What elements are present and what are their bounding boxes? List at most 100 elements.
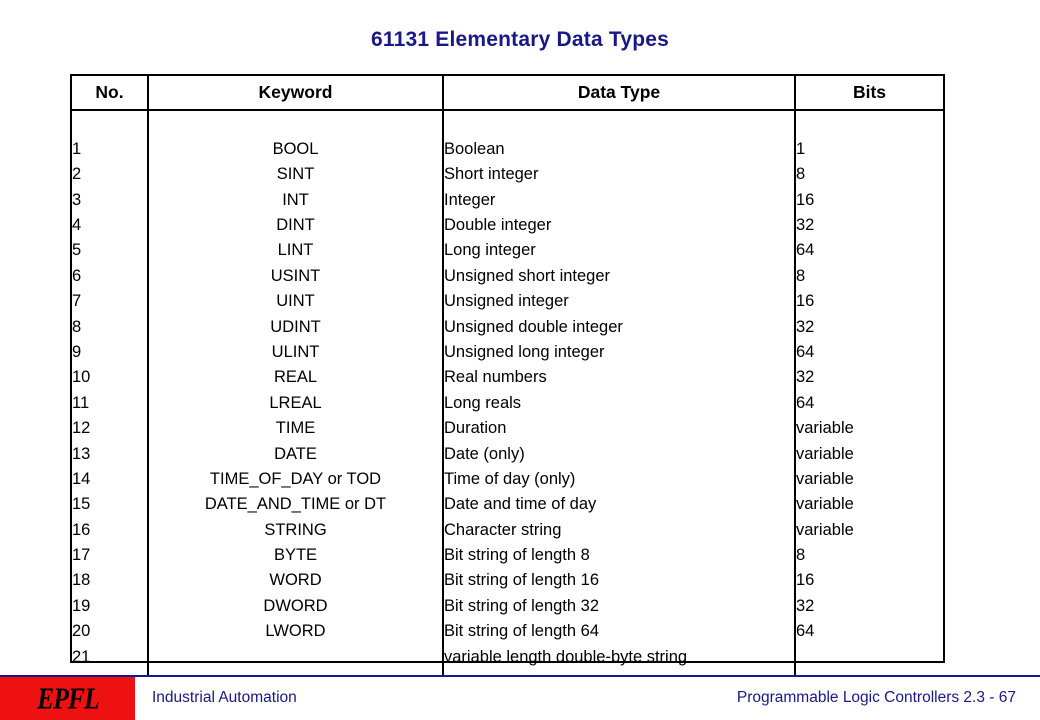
column-header-bits: Bits	[795, 76, 943, 111]
cell-no: 2	[72, 161, 149, 188]
cell-type: Unsigned double integer	[443, 314, 796, 340]
table-row: 6 USINT Unsigned short integer 8	[72, 263, 943, 289]
table-header: No. Keyword Data Type Bits	[72, 76, 943, 111]
cell-kw	[148, 644, 444, 670]
cell-type: Bit string of length 16	[443, 568, 796, 594]
table-header-row: No. Keyword Data Type Bits	[72, 76, 943, 111]
cell-type: Date (only)	[443, 441, 796, 467]
cell-kw: DATE_AND_TIME or DT	[148, 491, 444, 518]
cell-kw: UINT	[148, 288, 444, 315]
cell-type: Bit string of length 64	[443, 618, 796, 645]
cell-bits: 64	[796, 342, 815, 361]
cell-no: 20	[72, 618, 149, 645]
cell-kw: USINT	[148, 263, 444, 289]
cell-type: Integer	[443, 187, 796, 213]
column-header-data-type: Data Type	[443, 76, 796, 111]
table-row: 14 TIME_OF_DAY or TOD Time of day (only) va…	[72, 466, 943, 492]
cell-kw: ULINT	[148, 339, 444, 365]
cell-type: Character string	[443, 517, 796, 543]
spacer-cell	[443, 110, 796, 137]
cell-bits: variable	[796, 520, 854, 539]
cell-bits: variable	[796, 444, 854, 463]
epfl-logo-text: EPFL	[36, 679, 100, 715]
table-body: 1 BOOL Boolean 1 2 SINT Short integer 8 3 INT Inte…	[72, 110, 943, 695]
cell-type: Bit string of length 8	[443, 542, 796, 569]
footer-course-label: Industrial Automation	[152, 689, 297, 706]
cell-type: Double integer	[443, 212, 796, 238]
cell-bits: 64	[796, 622, 815, 641]
cell-kw: LINT	[148, 237, 444, 264]
cell-kw: UDINT	[148, 314, 444, 340]
cell-no: 3	[72, 187, 149, 213]
cell-kw: DWORD	[148, 593, 444, 619]
cell-kw: WORD	[148, 568, 444, 594]
cell-bits: 1	[796, 139, 806, 158]
cell-bits: 64	[796, 241, 815, 260]
table-row: 20 LWORD Bit string of length 64 64	[72, 618, 943, 645]
footer-chapter-label: Programmable Logic Controllers 2.3 - 67	[736, 689, 1016, 706]
cell-kw: STRING	[148, 517, 444, 543]
table-row: 16 STRING Character string variable	[72, 517, 943, 543]
cell-type: Date and time of day	[443, 491, 796, 518]
cell-no: 10	[72, 364, 149, 391]
cell-bits: 8	[796, 546, 806, 565]
cell-no: 1	[72, 136, 149, 162]
cell-type: Unsigned integer	[443, 288, 796, 315]
cell-no: 13	[72, 441, 149, 467]
cell-type: Bit string of length 32	[443, 593, 796, 619]
page-title: 61131 Elementary Data Types	[370, 28, 669, 51]
footer: EPFL Industrial Automation Programmable …	[0, 677, 1040, 720]
cell-bits: 64	[796, 393, 815, 412]
table-row: 15 DATE_AND_TIME or DT Date and time of da…	[72, 491, 943, 518]
cell-no: 15	[72, 491, 149, 518]
cell-kw: DINT	[148, 212, 444, 238]
cell-type: Real numbers	[443, 364, 796, 391]
cell-type: Long reals	[443, 390, 796, 416]
cell-no: 19	[72, 593, 149, 619]
column-header-no: No.	[72, 76, 149, 111]
table-spacer-row	[72, 110, 943, 137]
cell-no: 9	[72, 339, 149, 365]
cell-no: 11	[72, 390, 149, 416]
cell-bits: variable	[796, 495, 854, 514]
cell-kw: INT	[148, 187, 444, 213]
table-row: 7 UINT Unsigned integer 16	[72, 288, 943, 315]
cell-kw: SINT	[148, 161, 444, 188]
cell-no: 12	[72, 415, 149, 442]
cell-no: 14	[72, 466, 149, 492]
table-row: 11 LREAL Long reals 64	[72, 390, 943, 416]
cell-kw: TIME_OF_DAY or TOD	[148, 466, 444, 492]
table-row: 2 SINT Short integer 8	[72, 161, 943, 188]
cell-bits: variable	[796, 419, 854, 438]
cell-type: Unsigned long integer	[443, 339, 796, 365]
cell-no: 21	[72, 644, 149, 670]
cell-bits: 32	[796, 596, 815, 615]
cell-kw: REAL	[148, 364, 444, 391]
table-row: 17 BYTE Bit string of length 88	[72, 542, 943, 569]
data-types-table: No. Keyword Data Type Bits 1 BOOL Boolean 1…	[70, 74, 945, 695]
cell-bits: 32	[796, 216, 815, 234]
cell-type: Short integer	[443, 161, 796, 188]
epfl-logo: EPFL	[0, 677, 135, 720]
cell-no: 7	[72, 288, 149, 315]
table-row: 10 REAL Real numbers 32	[72, 364, 943, 391]
table-row: 5 LINT Long integer 64	[72, 237, 943, 264]
cell-kw: BOOL	[148, 136, 444, 162]
cell-type: Time of day (only)	[443, 466, 796, 492]
cell-kw: LREAL	[148, 390, 444, 416]
cell-bits: 32	[796, 368, 815, 387]
cell-bits: 8	[796, 165, 806, 184]
cell-type: Unsigned short integer	[443, 263, 796, 289]
cell-type: variable length double-byte string	[443, 644, 796, 670]
cell-no: 4	[72, 212, 149, 238]
cell-bits: 32	[796, 317, 815, 336]
cell-no: 6	[72, 263, 149, 289]
table: No. Keyword Data Type Bits 1 BOOL Boolean 1…	[72, 76, 943, 695]
cell-type: Long integer	[443, 237, 796, 264]
cell-kw: TIME	[148, 415, 444, 442]
table-row: 19 DWORD Bit string of length 32 32	[72, 593, 943, 619]
cell-bits: variable	[796, 469, 854, 488]
table-row: 13 DATE Date (only) variable	[72, 441, 943, 467]
cell-bits	[795, 644, 943, 669]
cell-bits: 16	[796, 190, 815, 209]
